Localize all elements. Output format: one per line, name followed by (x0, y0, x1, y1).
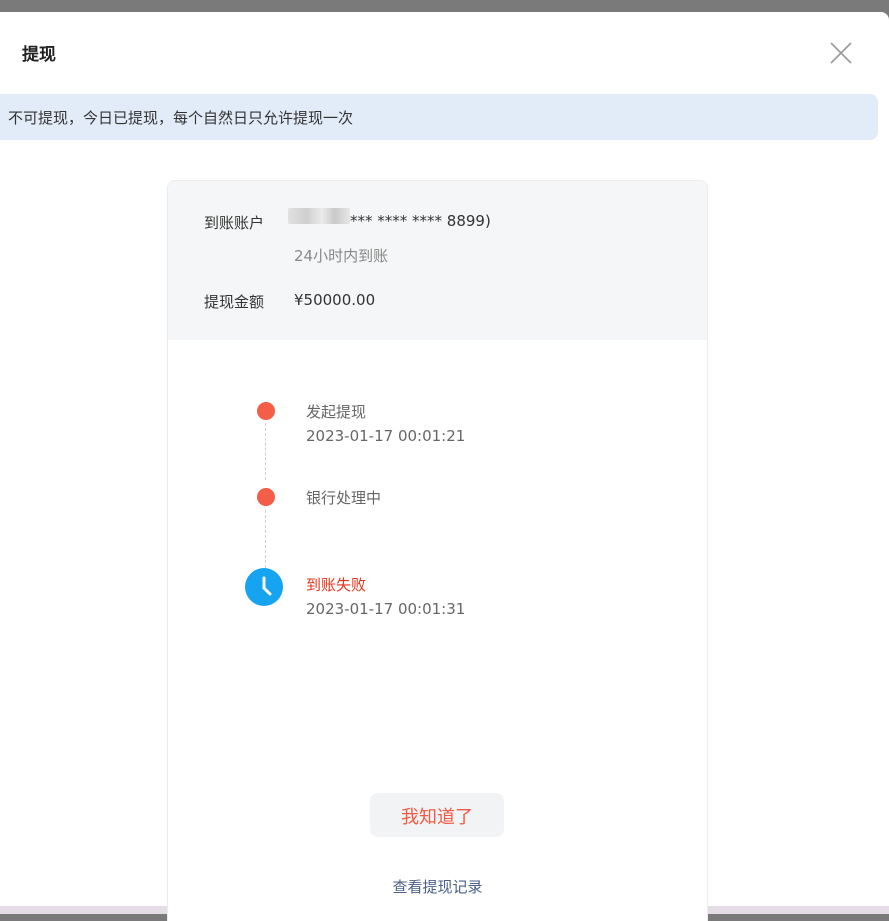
step-time: 2023-01-17 00:01:31 (306, 600, 466, 618)
step-dot (257, 402, 275, 420)
view-records-link[interactable]: 查看提现记录 (168, 876, 707, 897)
withdraw-summary: 到账账户 *** **** **** 8899) 24小时内到账 提现金额 ¥5… (168, 181, 707, 340)
dialog-title: 提现 (22, 45, 56, 65)
notice-banner: 不可提现，今日已提现，每个自然日只允许提现一次 (0, 94, 878, 140)
step-title: 发起提现 (306, 403, 367, 421)
step-time: 2023-01-17 00:01:21 (306, 427, 466, 445)
clock-icon (245, 568, 283, 606)
redacted-bank-name (288, 208, 350, 224)
close-icon[interactable] (826, 38, 856, 68)
account-label: 到账账户 (204, 214, 265, 232)
amount-value: ¥50000.00 (294, 291, 376, 309)
acknowledge-label: 我知道了 (401, 807, 473, 828)
timeline-connector (265, 423, 266, 480)
withdraw-card: 到账账户 *** **** **** 8899) 24小时内到账 提现金额 ¥5… (167, 180, 708, 921)
step-dot (257, 488, 275, 506)
withdraw-dialog: 提现 不可提现，今日已提现，每个自然日只允许提现一次 到账账户 *** ****… (0, 12, 889, 921)
timeline-connector (265, 510, 266, 568)
notice-text: 不可提现，今日已提现，每个自然日只允许提现一次 (8, 109, 354, 127)
step-title-failed: 到账失败 (306, 576, 367, 594)
arrival-hint: 24小时内到账 (294, 247, 389, 265)
acknowledge-button[interactable]: 我知道了 (370, 793, 504, 837)
amount-label: 提现金额 (204, 293, 265, 311)
account-number: *** **** **** 8899) (350, 212, 491, 230)
step-title: 银行处理中 (306, 489, 382, 507)
